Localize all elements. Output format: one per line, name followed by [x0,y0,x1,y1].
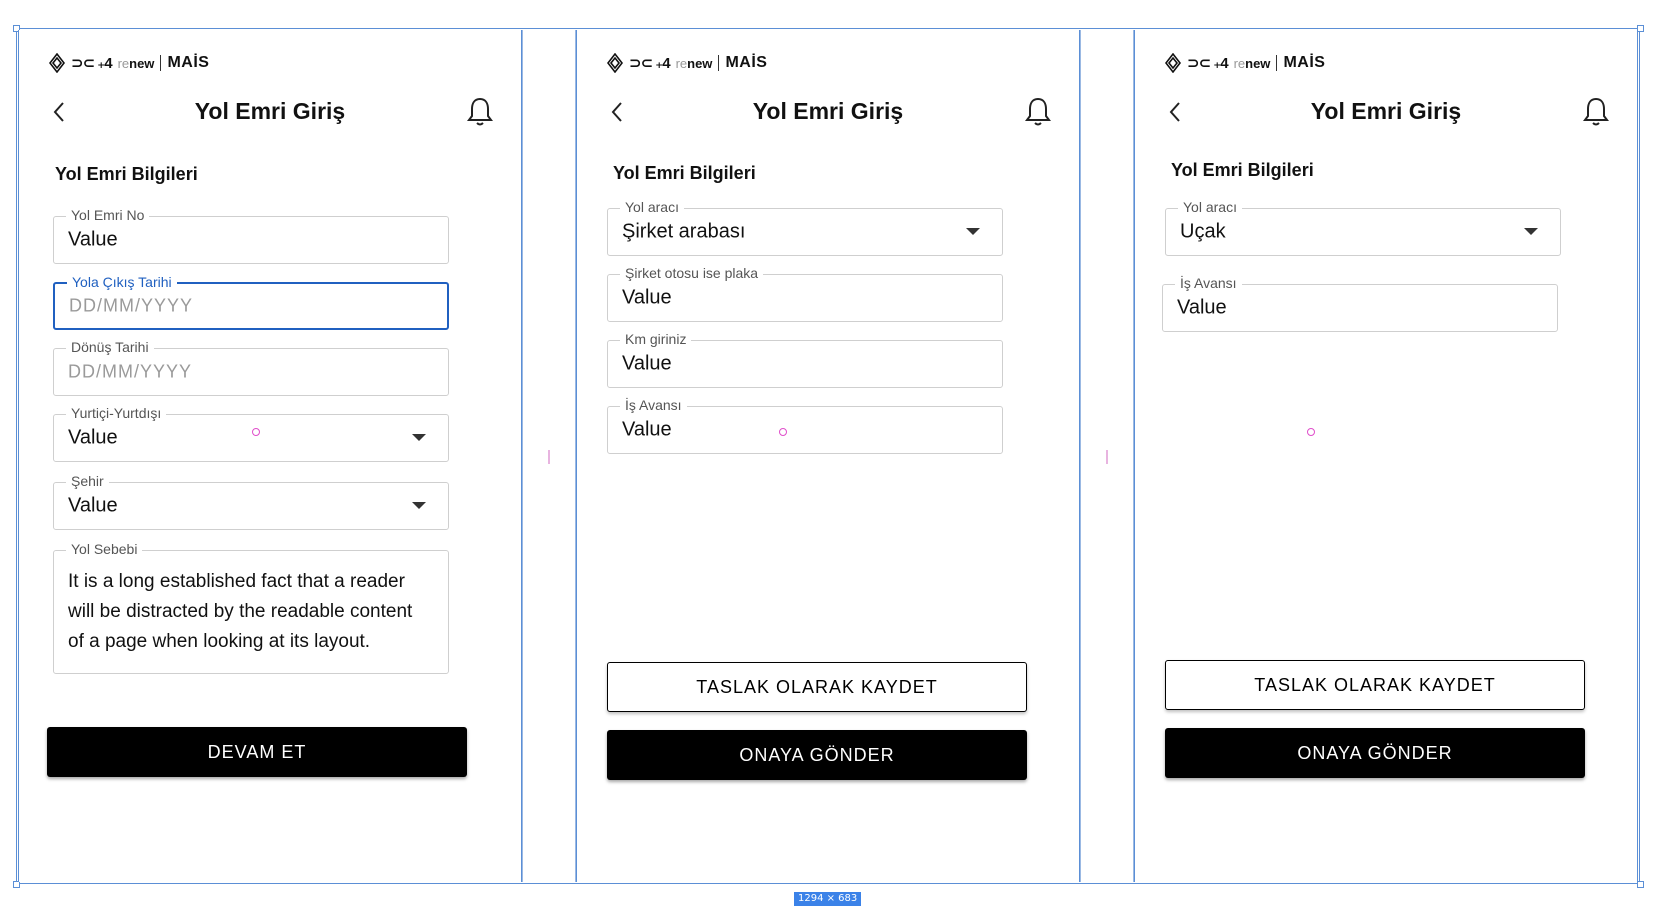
yol-araci-select[interactable]: Yol aracı Şirket arabası [607,199,1003,256]
textarea-value: It is a long established fact that a rea… [68,571,413,652]
field-value: Value [68,228,118,251]
resize-handle-bottom-right[interactable] [1637,881,1644,888]
brand-separator [160,55,162,71]
field-value: Value [622,352,672,375]
section-title: Yol Emri Bilgileri [55,164,198,184]
onaya-gonder-button[interactable]: ONAYA GÖNDER [607,730,1027,780]
dropdown-caret-icon[interactable] [1524,228,1538,235]
brand-separator [718,55,720,71]
taslak-kaydet-button[interactable]: TASLAK OLARAK KAYDET [607,662,1027,712]
field-value: Value [1177,296,1227,319]
field-value: Value [68,426,118,449]
renault-diamond-icon [607,53,623,73]
bell-icon[interactable] [465,96,495,128]
field-value: Value [68,494,118,517]
brand-separator [1276,55,1278,71]
field-label: Yol Emri No [66,207,150,223]
resize-handle-bottom-left[interactable] [13,881,20,888]
onaya-gonder-button[interactable]: ONAYA GÖNDER [1165,728,1585,778]
dropdown-caret-icon[interactable] [412,434,426,441]
brand-marks: ⊃⊂ ₊4 [71,55,113,72]
center-marker [252,428,260,436]
brand-marks: ⊃⊂ ₊4 [1187,55,1229,72]
page-title: Yol Emri Giriş [752,98,904,124]
mais-logo: MAİS [725,54,768,71]
field-value: Şirket arabası [622,220,746,243]
field-value: Value [622,418,672,441]
dropdown-caret-icon[interactable] [412,502,426,509]
field-label: Yol aracı [620,199,684,215]
devam-et-button[interactable]: DEVAM ET [47,727,467,777]
page-title: Yol Emri Giriş [194,98,346,124]
yol-sebebi-textarea[interactable]: Yol Sebebi It is a long established fact… [53,541,449,674]
cikis-tarihi-field[interactable]: Yola Çıkış Tarihi DD/MM/YYYY [53,274,449,330]
field-label: Şirket otosu ise plaka [620,265,764,281]
center-marker [1307,428,1315,436]
field-label: Km giriniz [620,331,692,347]
renault-diamond-icon [1165,53,1181,73]
sehir-select[interactable]: Şehir Value [53,473,449,530]
brand-bar: ⊃⊂ ₊4 renew MAİS [607,52,767,74]
is-avansi-field[interactable]: İş Avansı Value [607,397,1003,454]
screen-1: ⊃⊂ ₊4 renew MAİS Yol Emri Giriş Yol Emri… [18,30,522,882]
renew-logo: renew [117,55,155,71]
bell-icon[interactable] [1023,96,1053,128]
yurtici-yurtdisi-select[interactable]: Yurtiçi-Yurtdışı Value [53,405,449,462]
section-title: Yol Emri Bilgileri [613,163,756,183]
field-value: Uçak [1180,220,1226,243]
field-label: Şehir [66,473,109,489]
page-title: Yol Emri Giriş [1310,98,1462,124]
mais-logo: MAİS [1283,54,1326,71]
field-label: Yurtiçi-Yurtdışı [66,405,167,421]
brand-bar: ⊃⊂ ₊4 renew MAİS [49,52,209,74]
field-placeholder: DD/MM/YYYY [69,295,194,316]
brand-bar: ⊃⊂ ₊4 renew MAİS [1165,52,1325,74]
field-label: İş Avansı [620,397,687,413]
gutter-1 [522,30,576,882]
mais-logo: MAİS [167,54,210,71]
field-label: Yol aracı [1178,199,1242,215]
resize-handle-top-right[interactable] [1637,25,1644,32]
renew-logo: renew [675,55,713,71]
field-label: İş Avansı [1175,275,1242,291]
center-marker [779,428,787,436]
field-label: Yola Çıkış Tarihi [67,274,177,290]
gutter-grip[interactable] [1106,450,1108,464]
field-placeholder: DD/MM/YYYY [68,361,193,382]
dropdown-caret-icon[interactable] [966,228,980,235]
gutter-grip[interactable] [548,450,550,464]
plaka-field[interactable]: Şirket otosu ise plaka Value [607,265,1003,322]
gutter-2 [1080,30,1134,882]
section-title: Yol Emri Bilgileri [1171,160,1314,180]
km-field[interactable]: Km giriniz Value [607,331,1003,388]
bell-icon[interactable] [1581,96,1611,128]
renault-diamond-icon [49,53,65,73]
field-label: Yol Sebebi [66,541,143,557]
screen-3: ⊃⊂ ₊4 renew MAİS Yol Emri Giriş Yol Emri… [1134,30,1638,882]
taslak-kaydet-button[interactable]: TASLAK OLARAK KAYDET [1165,660,1585,710]
size-badge: 1294 × 683 [794,892,862,906]
yol-emri-no-field[interactable]: Yol Emri No Value [53,207,449,264]
renew-logo: renew [1233,55,1271,71]
screen-2: ⊃⊂ ₊4 renew MAİS Yol Emri Giriş Yol Emri… [576,30,1080,882]
donus-tarihi-field[interactable]: Dönüş Tarihi DD/MM/YYYY [53,339,449,396]
yol-araci-select[interactable]: Yol aracı Uçak [1165,199,1561,256]
field-label: Dönüş Tarihi [66,339,154,355]
is-avansi-field[interactable]: İş Avansı Value [1162,275,1558,332]
field-value: Value [622,286,672,309]
brand-marks: ⊃⊂ ₊4 [629,55,671,72]
